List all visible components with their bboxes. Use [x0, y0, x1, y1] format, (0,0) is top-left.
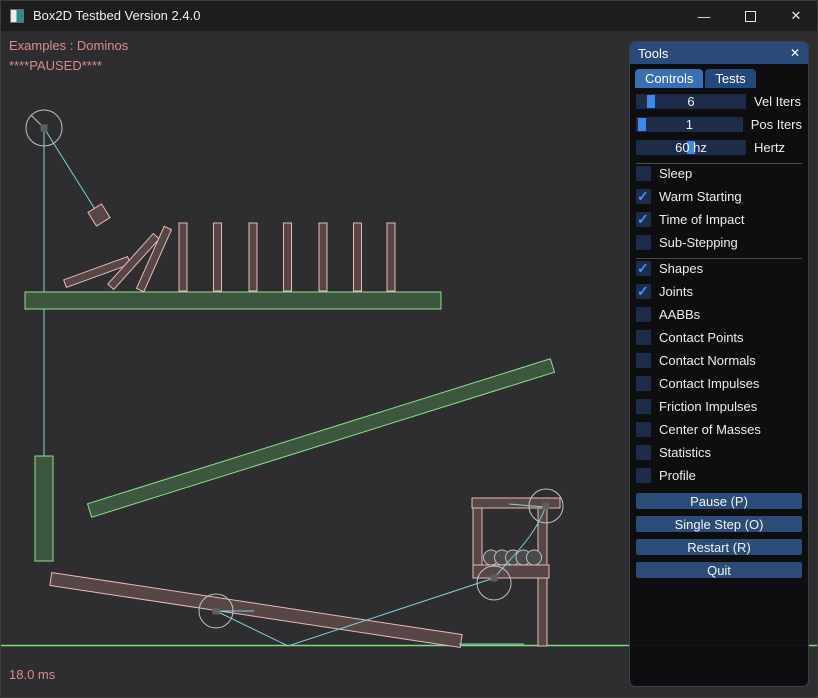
platform: [25, 292, 441, 309]
checkbox-row-aabbs[interactable]: ✓ AABBs: [636, 307, 802, 322]
joint-anchor: [543, 503, 550, 510]
paused-indicator: ****PAUSED****: [9, 58, 102, 73]
pause-button[interactable]: Pause (P): [636, 493, 802, 509]
hertz-label: Hertz: [754, 140, 785, 155]
sub-stepping-checkbox[interactable]: ✓: [636, 235, 651, 250]
checkbox-row-warm-starting[interactable]: ✓ Warm Starting: [636, 189, 802, 204]
check-icon: ✓: [637, 211, 649, 228]
friction-impulses-label: Friction Impulses: [659, 399, 757, 414]
tab-bar: Controls Tests: [630, 64, 808, 90]
contact-normals-label: Contact Normals: [659, 353, 756, 368]
separator: [636, 258, 802, 259]
checkbox-row-contact-impulses[interactable]: ✓ Contact Impulses: [636, 376, 802, 391]
joint-anchor: [491, 575, 498, 582]
joints-checkbox[interactable]: ✓: [636, 284, 651, 299]
separator: [636, 163, 802, 164]
joint-anchor: [41, 125, 48, 132]
panel-close-icon[interactable]: ✕: [790, 46, 800, 60]
checkbox-row-contact-normals[interactable]: ✓ Contact Normals: [636, 353, 802, 368]
vel-iters-slider[interactable]: 6: [636, 94, 746, 109]
hertz-slider[interactable]: 60 hz: [636, 140, 746, 155]
vel-iters-label: Vel Iters: [754, 94, 801, 109]
green-plank: [88, 359, 555, 517]
statistics-label: Statistics: [659, 445, 711, 460]
vel-iters-row: 6 Vel Iters: [636, 94, 802, 109]
sleep-checkbox[interactable]: ✓: [636, 166, 651, 181]
tab-tests[interactable]: Tests: [705, 69, 755, 88]
checkbox-row-sleep[interactable]: ✓ Sleep: [636, 166, 802, 181]
domino: [214, 223, 222, 291]
shapes-checkbox[interactable]: ✓: [636, 261, 651, 276]
domino: [387, 223, 395, 291]
vel-iters-value: 6: [636, 94, 746, 109]
checkbox-row-center-of-masses[interactable]: ✓ Center of Masses: [636, 422, 802, 437]
stand-shelf: [473, 565, 549, 578]
contact-points-label: Contact Points: [659, 330, 744, 345]
aabbs-label: AABBs: [659, 307, 700, 322]
quit-button[interactable]: Quit: [636, 562, 802, 578]
warm-starting-checkbox[interactable]: ✓: [636, 189, 651, 204]
joints-label: Joints: [659, 284, 693, 299]
sleep-label: Sleep: [659, 166, 692, 181]
green-block: [35, 456, 53, 561]
tools-panel-titlebar[interactable]: Tools ✕: [630, 42, 808, 64]
example-title: Examples : Dominos: [9, 38, 128, 53]
statistics-checkbox[interactable]: ✓: [636, 445, 651, 460]
distance-joint-line: [44, 128, 98, 214]
center-of-masses-checkbox[interactable]: ✓: [636, 422, 651, 437]
friction-impulses-checkbox[interactable]: ✓: [636, 399, 651, 414]
domino: [284, 223, 292, 291]
check-icon: ✓: [637, 283, 649, 300]
sub-stepping-label: Sub-Stepping: [659, 235, 738, 250]
domino: [319, 223, 327, 291]
ball: [527, 550, 542, 565]
warm-starting-label: Warm Starting: [659, 189, 742, 204]
domino: [249, 223, 257, 291]
hertz-value: 60 hz: [636, 140, 746, 155]
center-of-masses-label: Center of Masses: [659, 422, 761, 437]
panel-content: 6 Vel Iters 1 Pos Iters 60 hz Hertz: [630, 90, 808, 578]
stand-left-post: [473, 508, 482, 566]
hertz-row: 60 hz Hertz: [636, 140, 802, 155]
shapes-label: Shapes: [659, 261, 703, 276]
tools-panel: Tools ✕ Controls Tests 6 Vel Iters 1 Po: [629, 41, 809, 687]
restart-button[interactable]: Restart (R): [636, 539, 802, 555]
contact-normals-checkbox[interactable]: ✓: [636, 353, 651, 368]
pos-iters-label: Pos Iters: [751, 117, 802, 132]
checkbox-row-profile[interactable]: ✓ Profile: [636, 468, 802, 483]
tab-controls[interactable]: Controls: [635, 69, 703, 88]
check-icon: ✓: [637, 260, 649, 277]
time-of-impact-label: Time of Impact: [659, 212, 744, 227]
aabbs-checkbox[interactable]: ✓: [636, 307, 651, 322]
domino: [354, 223, 362, 291]
checkbox-row-statistics[interactable]: ✓ Statistics: [636, 445, 802, 460]
profile-checkbox[interactable]: ✓: [636, 468, 651, 483]
joint-anchor: [213, 608, 220, 615]
checkbox-row-friction-impulses[interactable]: ✓ Friction Impulses: [636, 399, 802, 414]
checkbox-row-shapes[interactable]: ✓ Shapes: [636, 261, 802, 276]
check-icon: ✓: [637, 188, 649, 205]
single-step-button[interactable]: Single Step (O): [636, 516, 802, 532]
profile-label: Profile: [659, 468, 696, 483]
checkbox-row-time-of-impact[interactable]: ✓ Time of Impact: [636, 212, 802, 227]
contact-impulses-label: Contact Impulses: [659, 376, 759, 391]
tools-panel-title: Tools: [638, 46, 668, 61]
checkbox-row-sub-stepping[interactable]: ✓ Sub-Stepping: [636, 235, 802, 250]
pos-iters-slider[interactable]: 1: [636, 117, 743, 132]
domino: [179, 223, 187, 291]
time-of-impact-checkbox[interactable]: ✓: [636, 212, 651, 227]
pos-iters-value: 1: [636, 117, 743, 132]
pos-iters-row: 1 Pos Iters: [636, 117, 802, 132]
contact-points-checkbox[interactable]: ✓: [636, 330, 651, 345]
app-window: Box2D Testbed Version 2.4.0 — ✕: [0, 0, 818, 698]
swinging-box: [88, 204, 110, 226]
checkbox-row-contact-points[interactable]: ✓ Contact Points: [636, 330, 802, 345]
contact-impulses-checkbox[interactable]: ✓: [636, 376, 651, 391]
seesaw-plank: [50, 573, 462, 648]
checkbox-row-joints[interactable]: ✓ Joints: [636, 284, 802, 299]
frame-time: 18.0 ms: [9, 667, 55, 682]
